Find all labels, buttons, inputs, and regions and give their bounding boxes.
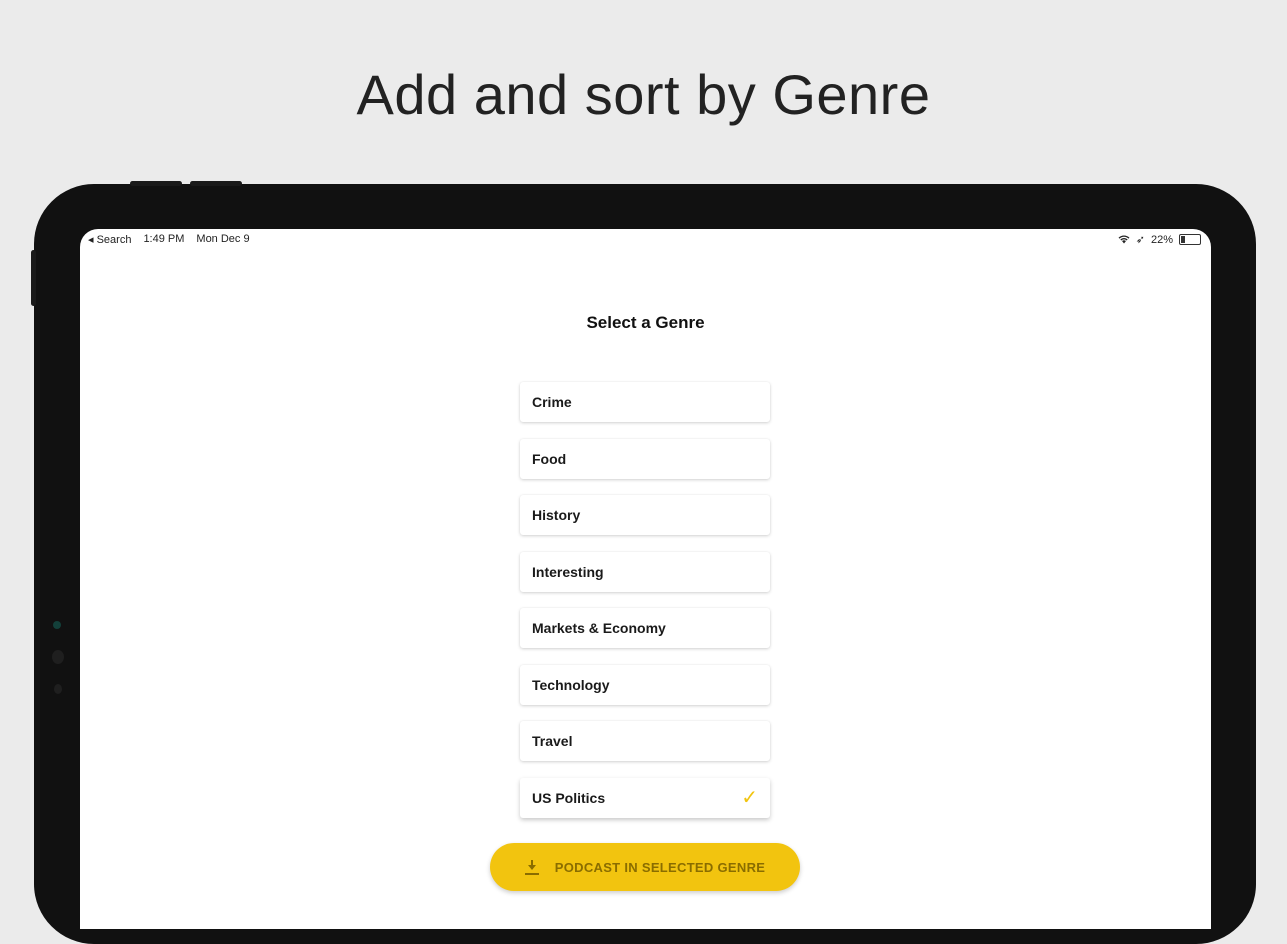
genre-label: Food	[532, 450, 567, 467]
genre-item-markets-economy[interactable]: Markets & Economy	[520, 608, 770, 648]
battery-icon	[1179, 234, 1201, 245]
headline: Add and sort by Genre	[356, 63, 931, 126]
checkmark-icon: ✓	[741, 786, 758, 809]
genre-label: Markets & Economy	[532, 620, 666, 636]
status-date: Mon Dec 9	[196, 233, 250, 245]
screen-title: Select a Genre	[586, 313, 705, 332]
genre-item-history[interactable]: History	[520, 495, 770, 535]
genre-item-food[interactable]: Food	[520, 438, 770, 479]
volume-button-top	[130, 181, 182, 186]
camera-sensor-icon	[52, 650, 64, 664]
podcast-in-genre-button[interactable]: PODCAST IN SELECTED GENRE	[490, 843, 800, 891]
app-screen: ◂ Search 1:49 PM Mon Dec 9 ➶ 22% Select …	[80, 229, 1211, 929]
genre-item-us-politics[interactable]: US Politics ✓	[520, 777, 770, 818]
genre-item-crime[interactable]: Crime	[520, 382, 770, 422]
camera-lens-icon	[53, 621, 61, 629]
genre-label: Interesting	[532, 563, 604, 580]
battery-percent: 22%	[1150, 233, 1173, 246]
genre-item-interesting[interactable]: Interesting	[520, 551, 770, 592]
genre-label: Crime	[532, 394, 572, 410]
location-icon: ➶	[1135, 234, 1145, 246]
genre-label: US Politics	[532, 789, 606, 806]
download-icon	[524, 859, 539, 875]
camera-flash-icon	[54, 684, 62, 694]
wifi-icon	[1118, 235, 1130, 244]
genre-label: Technology	[532, 676, 610, 693]
genre-label: Travel	[532, 733, 573, 749]
genre-list: Crime Food History Interesting Markets & Eco…	[520, 382, 770, 834]
cta-label: PODCAST IN SELECTED GENRE	[554, 859, 766, 875]
back-to-search-link[interactable]: ◂ Search	[88, 233, 131, 246]
status-bar: ◂ Search 1:49 PM Mon Dec 9 ➶ 22%	[80, 229, 1211, 251]
genre-label: History	[532, 507, 581, 523]
volume-button-bottom	[190, 181, 242, 186]
genre-item-travel[interactable]: Travel	[520, 721, 770, 761]
status-time: 1:49 PM	[143, 233, 185, 245]
genre-item-technology[interactable]: Technology	[520, 664, 770, 705]
power-button	[31, 250, 36, 306]
